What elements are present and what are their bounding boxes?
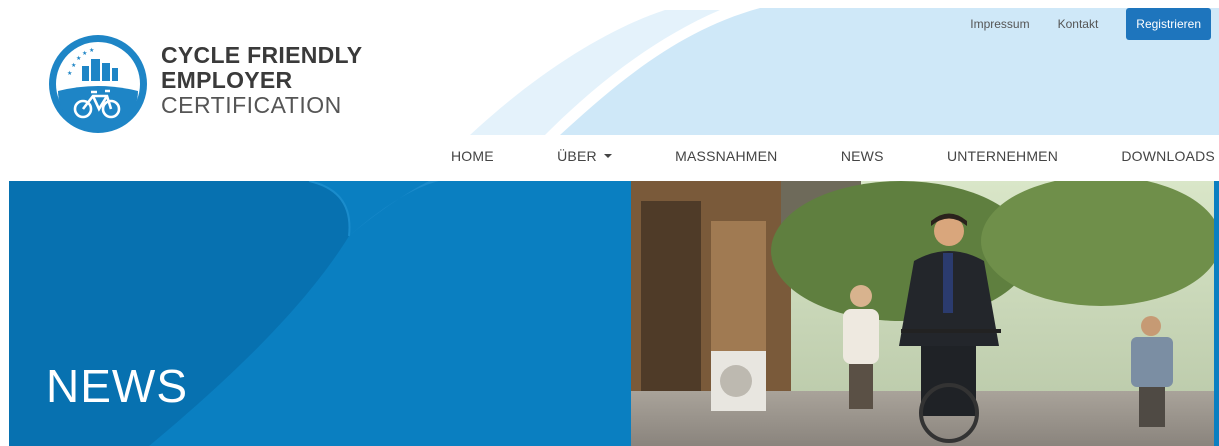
nav-item-news[interactable]: NEWS <box>841 148 884 164</box>
top-utility-bar: Impressum Kontakt Registrieren <box>970 8 1219 40</box>
hero-blue-panel: NEWS <box>9 181 631 446</box>
hero-photo-cyclists <box>631 181 1216 446</box>
nav-item-home[interactable]: HOME <box>451 148 494 164</box>
site-logo[interactable]: ★ ★ ★ ★ ★ CYCLE FRIENDLY EMPLOYER CERTIFICAT… <box>47 33 377 137</box>
kontakt-link[interactable]: Kontakt <box>1058 17 1099 31</box>
register-button[interactable]: Registrieren <box>1126 8 1211 40</box>
nav-item-unternehmen[interactable]: UNTERNEHMEN <box>947 148 1058 164</box>
svg-text:★: ★ <box>67 70 72 77</box>
svg-text:★: ★ <box>71 62 76 69</box>
bicycle-city-emblem-icon: ★★★ ★★ <box>49 35 147 133</box>
nav-item-massnahmen[interactable]: MASSNAHMEN <box>675 148 777 164</box>
nav-item-label: MASSNAHMEN <box>675 148 778 164</box>
hero-banner: NEWS <box>9 181 1216 446</box>
nav-item-label: HOME <box>451 148 494 164</box>
logo-line-2: EMPLOYER <box>161 67 293 93</box>
nav-item-label: ÜBER <box>557 148 597 164</box>
nav-item-label: NEWS <box>840 148 884 164</box>
nav-item-label: UNTERNEHMEN <box>946 148 1059 164</box>
hero-right-edge <box>1214 181 1219 446</box>
nav-item-label: DOWNLOADS <box>1121 148 1215 164</box>
site-header: ★ ★ ★ ★ ★ CYCLE FRIENDLY EMPLOYER CERTIFICAT… <box>0 0 1219 181</box>
logo-wordmark: CYCLE FRIENDLY EMPLOYER CERTIFICATION <box>161 43 362 118</box>
svg-text:★: ★ <box>76 55 81 62</box>
main-navigation: HOME ÜBER MASSNAHMEN NEWS UNTERNEHMEN DO… <box>451 148 1219 164</box>
hero-title: NEWS <box>46 360 188 412</box>
caret-down-icon <box>603 154 612 158</box>
impressum-link[interactable]: Impressum <box>970 17 1029 31</box>
nav-item-downloads[interactable]: DOWNLOADS <box>1121 148 1215 164</box>
svg-text:★: ★ <box>82 50 87 57</box>
logo-line-1: CYCLE FRIENDLY <box>161 42 363 68</box>
logo-line-3: CERTIFICATION <box>161 92 342 118</box>
nav-item-ueber[interactable]: ÜBER <box>557 148 612 164</box>
svg-text:★: ★ <box>89 47 94 54</box>
